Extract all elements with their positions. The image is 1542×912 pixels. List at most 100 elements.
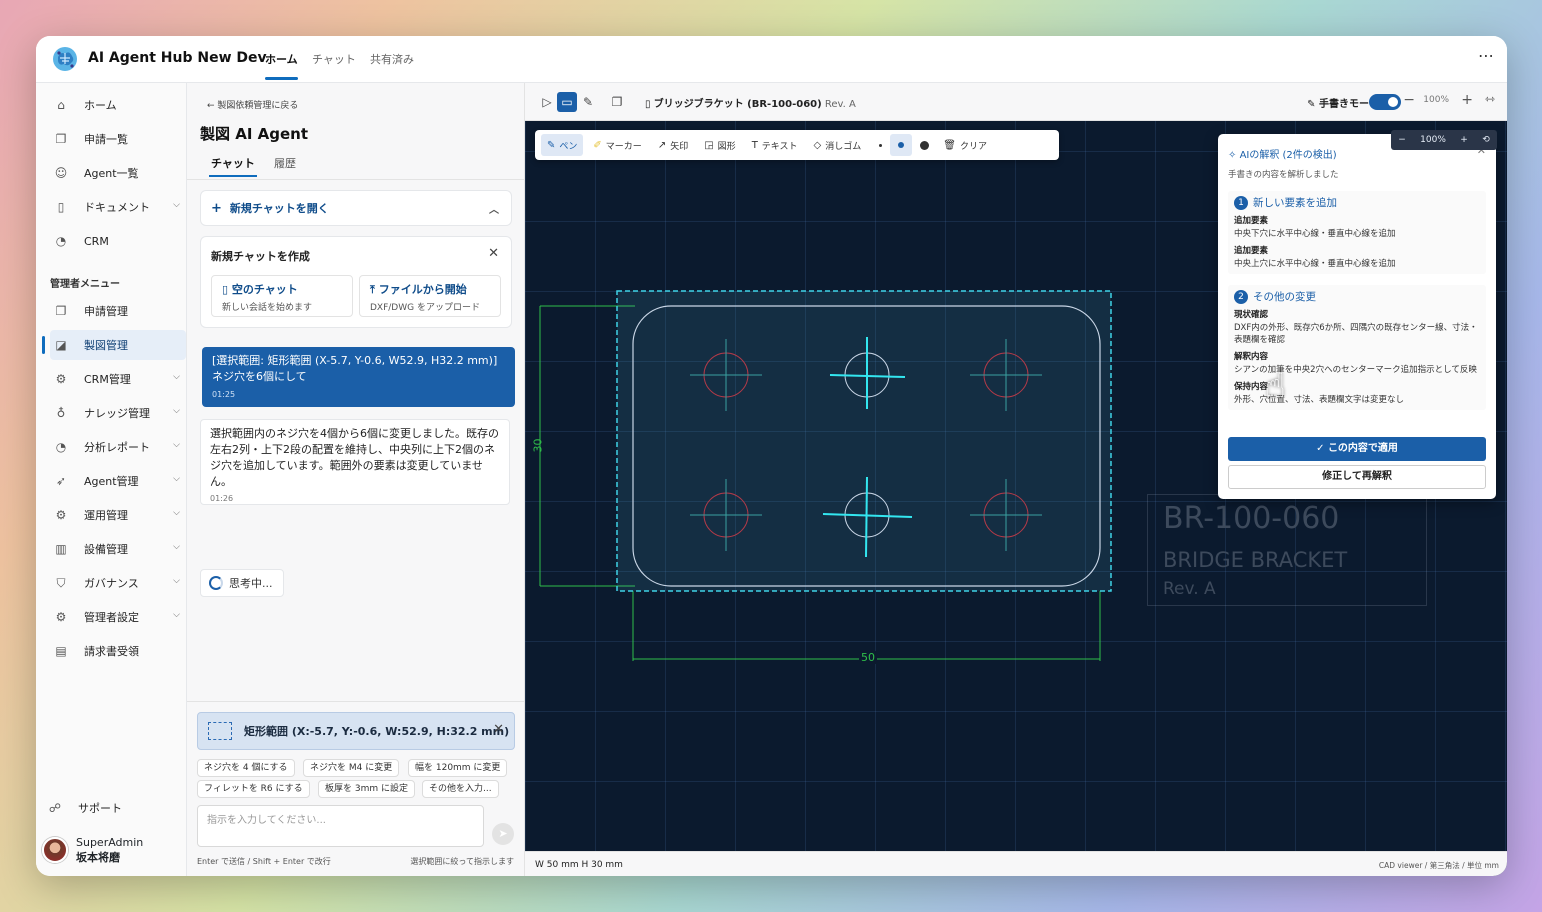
handwriting-toggle[interactable] xyxy=(1369,94,1401,110)
zoom-level: 100% xyxy=(1423,95,1449,105)
sidebar-item-label: 申請管理 xyxy=(84,305,128,318)
fit-width-icon[interactable]: ⇿ xyxy=(1485,92,1495,106)
suggestion-chip[interactable]: 幅を 120mm に変更 xyxy=(408,759,508,777)
gear-icon: ⚙ xyxy=(55,610,67,624)
tool-pen[interactable]: ✎ ペン xyxy=(541,134,584,156)
close-icon[interactable]: ✕ xyxy=(493,722,504,737)
stroke-size-small[interactable] xyxy=(879,143,883,147)
apply-button[interactable]: ✓ この内容で適用 xyxy=(1228,437,1486,461)
sidebar-item-invoices[interactable]: ▤ 請求書受領 xyxy=(50,636,186,666)
rect-select-tool-icon[interactable]: ▭ xyxy=(557,92,577,112)
divider xyxy=(187,701,524,702)
suggestion-chip[interactable]: ネジ穴を M4 に変更 xyxy=(303,759,400,777)
section-title: 新しい要素を追加 xyxy=(1253,197,1337,209)
chevron-down-icon: ⌵ xyxy=(173,542,180,552)
support-icon: ☍ xyxy=(48,801,62,815)
section-text: DXF内の外形、既存穴6か所、四隅穴の既存センター線、寸法・表題欄を確認 xyxy=(1234,323,1478,345)
suggestion-chip[interactable]: その他を入力... xyxy=(422,780,499,798)
sidebar-item-reports[interactable]: ◔ 分析レポート ⌵ xyxy=(50,432,186,462)
sidebar-item-agents[interactable]: ☺ Agent一覧 xyxy=(50,158,186,188)
tab-home[interactable]: ホーム xyxy=(265,51,298,80)
new-chat-button[interactable]: + 新規チャットを開く ︿ xyxy=(200,190,512,226)
thinking-label: 思考中... xyxy=(229,577,273,590)
chevron-up-icon[interactable]: ︿ xyxy=(489,201,499,216)
suggestion-chip[interactable]: ネジ穴を 4 個にする xyxy=(197,759,295,777)
back-link[interactable]: ← 製図依頼管理に戻る xyxy=(207,98,298,111)
tool-marker[interactable]: ✐ マーカー xyxy=(587,134,647,156)
chevron-down-icon: ⌵ xyxy=(173,508,180,518)
sidebar-item-support[interactable]: ☍ サポート xyxy=(44,793,180,823)
section-title: その他の変更 xyxy=(1253,291,1316,303)
sidebar-item-admin-settings[interactable]: ⚙ 管理者設定 ⌵ xyxy=(50,602,186,632)
sidebar-item-agent-manage[interactable]: ➶ Agent管理 ⌵ xyxy=(50,466,186,496)
sidebar-item-drafting[interactable]: ◪ 製図管理 xyxy=(42,330,186,360)
crm-icon: ◔ xyxy=(55,234,67,248)
drafting-icon: ◪ xyxy=(55,338,67,352)
suggestion-chip[interactable]: フィレットを R6 にする xyxy=(197,780,310,798)
brain-logo-icon xyxy=(53,47,77,71)
sidebar-item-request-manage[interactable]: ❐ 申請管理 xyxy=(50,296,186,326)
tab-history[interactable]: 履歴 xyxy=(274,155,296,171)
title-block-part-number: BR-100-060 xyxy=(1163,501,1340,536)
zoom-in-icon[interactable]: + xyxy=(1461,92,1473,108)
title-block-revision: Rev. A xyxy=(1163,579,1216,599)
sidebar-item-facilities[interactable]: ▥ 設備管理 ⌵ xyxy=(50,534,186,564)
reset-icon[interactable]: ⟲ xyxy=(1482,135,1490,145)
pen-tool-icon[interactable]: ✎ xyxy=(578,92,598,112)
section-label: 追加要素 xyxy=(1234,246,1269,256)
more-menu-icon[interactable]: ⋯ xyxy=(1478,46,1495,65)
suggestion-chip[interactable]: 板厚を 3mm に設定 xyxy=(318,780,415,798)
agent-message-text: 選択範囲内のネジ穴を4個から6個に変更しました。既存の左右2列・上下2段の配置を… xyxy=(210,427,499,488)
reinterpret-button[interactable]: 修正して再解釈 xyxy=(1228,465,1486,489)
tool-clear[interactable]: 🗑 クリア xyxy=(937,134,993,156)
sidebar-item-crm[interactable]: ◔ CRM xyxy=(50,226,186,256)
sidebar-item-documents[interactable]: ▯ ドキュメント ⌵ xyxy=(50,192,186,222)
spinner-icon xyxy=(209,576,223,590)
tool-clear-label: クリア xyxy=(959,141,987,152)
pen-icon: ✎ xyxy=(1307,99,1319,110)
sidebar-item-home[interactable]: ⌂ ホーム xyxy=(50,90,186,120)
pen-icon: ✎ xyxy=(547,139,556,151)
close-icon[interactable]: ✕ xyxy=(488,246,499,261)
height-dimension-label: 30 xyxy=(531,438,545,453)
file-start-option[interactable]: ⤒ ファイルから開始 DXF/DWG をアップロード xyxy=(359,275,501,317)
sidebar-item-governance[interactable]: ⛉ ガバナンス ⌵ xyxy=(50,568,186,598)
select-tool-icon[interactable]: ▷ xyxy=(537,92,557,112)
sidebar-item-requests[interactable]: ❐ 申請一覧 xyxy=(50,124,186,154)
user-profile[interactable]: SuperAdmin 坂本将磨 xyxy=(42,835,143,865)
sidebar-item-knowledge[interactable]: ♁ ナレッジ管理 ⌵ xyxy=(50,398,186,428)
zoom-out-icon[interactable]: − xyxy=(1403,92,1415,108)
tool-text[interactable]: T テキスト xyxy=(746,134,804,156)
section-text: 中央下穴に水平中心線・垂直中心線を追加 xyxy=(1234,229,1396,239)
ai-interpretation-panel: ✧ AIの解釈 (2件の検出) ✕ 手書きの内容を解析しました 1 新しい要素を追… xyxy=(1218,134,1496,499)
document-list-icon: ❐ xyxy=(55,132,67,146)
zoom-out-icon[interactable]: − xyxy=(1398,135,1406,145)
sidebar-item-label: ドキュメント xyxy=(84,201,150,214)
tool-shape[interactable]: ◲ 図形 xyxy=(698,134,741,156)
cad-canvas[interactable]: 30 50 BR-100-060 BRIDGE BRACKET Rev. A ✎… xyxy=(525,121,1507,851)
document-title: ▯ ブリッジブラケット (BR-100-060) Rev. A xyxy=(645,95,856,110)
agent-message: 選択範囲内のネジ穴を4個から6個に変更しました。既存の左右2列・上下2段の配置を… xyxy=(200,419,510,505)
message-time: 01:25 xyxy=(212,390,236,399)
copy-icon[interactable]: ❐ xyxy=(607,92,627,112)
tool-eraser[interactable]: ◇ 消しゴム xyxy=(808,134,868,156)
tab-chat[interactable]: チャット xyxy=(312,51,356,67)
sidebar-item-operations[interactable]: ⚙ 運用管理 ⌵ xyxy=(50,500,186,530)
empty-chat-title: 空のチャット xyxy=(231,283,298,296)
tab-shared[interactable]: 共有済み xyxy=(370,51,414,67)
instruction-input[interactable]: 指示を入力してください... xyxy=(197,805,484,847)
tab-chat[interactable]: チャット xyxy=(209,155,257,177)
arrow-icon: ↗ xyxy=(657,139,667,151)
hand-cursor-icon: ☝ xyxy=(1265,366,1286,406)
check-icon: ✓ xyxy=(1316,443,1328,454)
zoom-in-icon[interactable]: + xyxy=(1460,135,1468,145)
sidebar-item-crm-manage[interactable]: ⚙ CRM管理 ⌵ xyxy=(50,364,186,394)
send-icon[interactable]: ➤ xyxy=(492,823,514,845)
empty-chat-option[interactable]: ▯ 空のチャット 新しい会話を始めます xyxy=(211,275,353,317)
stroke-size-medium[interactable] xyxy=(890,134,913,156)
back-link-label: 製図依頼管理に戻る xyxy=(217,101,299,111)
sidebar: ⌂ ホーム ❐ 申請一覧 ☺ Agent一覧 ▯ ドキュメント ⌵ ◔ CRM 管理者メニュ… xyxy=(36,83,187,876)
tool-arrow[interactable]: ↗ 矢印 xyxy=(652,134,694,156)
shield-icon: ⛉ xyxy=(56,575,66,590)
stroke-size-large[interactable] xyxy=(920,140,930,150)
